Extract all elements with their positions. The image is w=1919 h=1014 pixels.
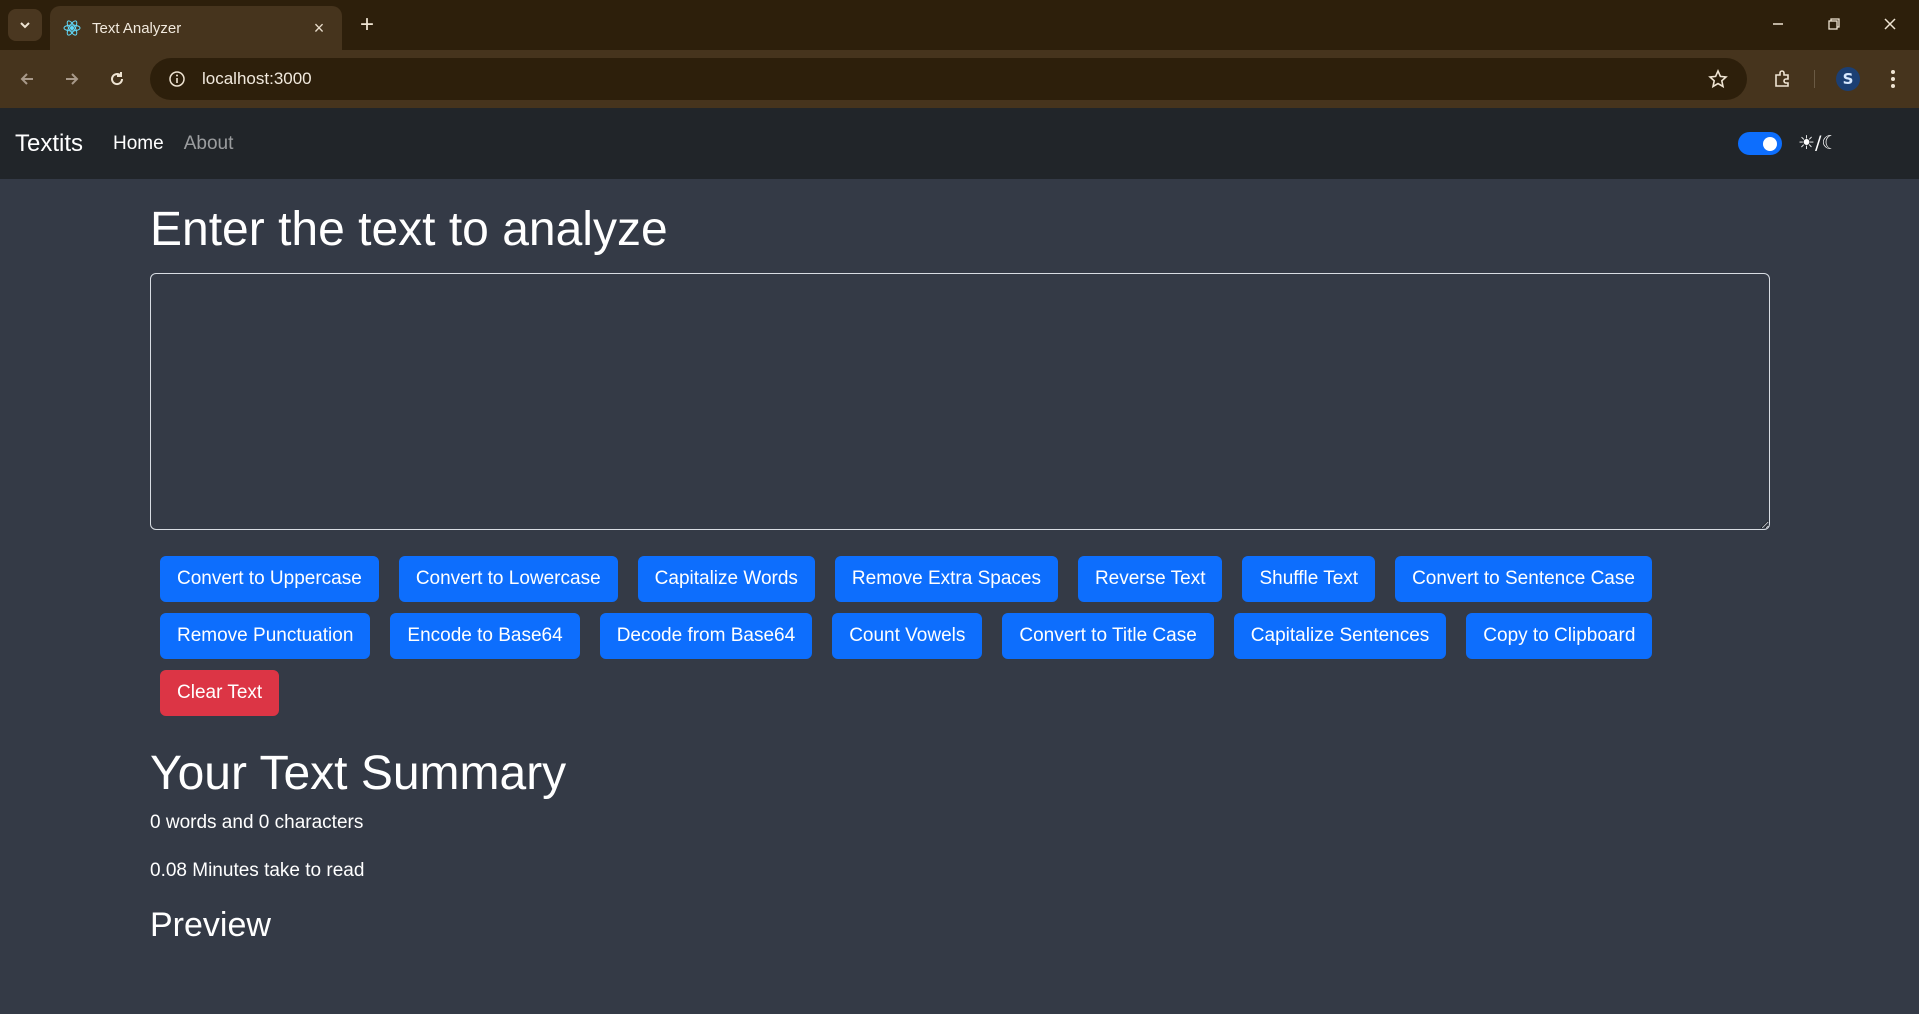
address-bar[interactable]: localhost:3000 — [150, 58, 1747, 100]
count-vowels-button[interactable]: Count Vowels — [832, 612, 983, 659]
word-char-count: 0 words and 0 characters — [150, 812, 364, 834]
minimize-icon[interactable] — [1758, 8, 1798, 40]
reverse-text-button[interactable]: Reverse Text — [1077, 555, 1223, 602]
react-favicon-icon — [62, 18, 82, 38]
nav-link-about[interactable]: About — [184, 133, 234, 155]
sentence-case-button[interactable]: Convert to Sentence Case — [1395, 555, 1652, 602]
clear-text-button[interactable]: Clear Text — [160, 669, 280, 716]
remove-extra-spaces-button[interactable]: Remove Extra Spaces — [834, 555, 1058, 602]
toolbar-divider — [1814, 70, 1815, 88]
browser-toolbar: localhost:3000 S — [0, 50, 1919, 108]
mode-toggle-label: ☀/☾ — [1798, 132, 1839, 154]
new-tab-icon[interactable]: + — [352, 10, 382, 40]
tab-search-button[interactable] — [8, 9, 42, 41]
convert-lowercase-button[interactable]: Convert to Lowercase — [398, 555, 618, 602]
copy-to-clipboard-button[interactable]: Copy to Clipboard — [1466, 612, 1653, 659]
page-title: Enter the text to analyze — [150, 203, 668, 256]
forward-icon[interactable] — [57, 64, 87, 94]
shuffle-text-button[interactable]: Shuffle Text — [1242, 555, 1376, 602]
chevron-down-icon — [20, 22, 30, 29]
title-case-button[interactable]: Convert to Title Case — [1002, 612, 1214, 659]
brand-link[interactable]: Textits — [15, 130, 83, 158]
toggle-knob — [1763, 137, 1777, 151]
dark-mode-toggle[interactable] — [1738, 132, 1782, 155]
preview-title: Preview — [150, 906, 271, 945]
browser-tab[interactable]: Text Analyzer × — [50, 6, 342, 50]
svg-text:S: S — [1843, 70, 1854, 88]
extensions-icon[interactable] — [1767, 64, 1797, 94]
url-text: localhost:3000 — [202, 69, 312, 88]
action-button-group: Convert to Uppercase Convert to Lowercas… — [160, 555, 1770, 727]
close-tab-icon[interactable]: × — [308, 17, 330, 39]
remove-punctuation-button[interactable]: Remove Punctuation — [160, 612, 371, 659]
convert-uppercase-button[interactable]: Convert to Uppercase — [160, 555, 379, 602]
menu-kebab-icon[interactable] — [1878, 64, 1908, 94]
decode-base64-button[interactable]: Decode from Base64 — [599, 612, 813, 659]
profile-avatar-icon[interactable]: S — [1833, 64, 1863, 94]
bookmark-star-icon[interactable] — [1703, 64, 1733, 94]
reload-icon[interactable] — [102, 64, 132, 94]
capitalize-words-button[interactable]: Capitalize Words — [637, 555, 815, 602]
text-input-area[interactable] — [150, 272, 1770, 530]
read-time: 0.08 Minutes take to read — [150, 860, 365, 882]
encode-base64-button[interactable]: Encode to Base64 — [390, 612, 580, 659]
browser-tabstrip: Text Analyzer × + — [0, 0, 1919, 50]
back-icon[interactable] — [12, 64, 42, 94]
capitalize-sentences-button[interactable]: Capitalize Sentences — [1233, 612, 1447, 659]
summary-title: Your Text Summary — [150, 746, 567, 800]
nav-link-home[interactable]: Home — [113, 133, 164, 155]
restore-icon[interactable] — [1814, 8, 1854, 40]
site-info-icon[interactable] — [164, 66, 190, 92]
main-container: Enter the text to analyze Convert to Upp… — [150, 179, 1770, 945]
close-window-icon[interactable] — [1870, 8, 1910, 40]
app-navbar: Textits Home About ☀/☾ — [0, 108, 1919, 179]
tab-title: Text Analyzer — [92, 19, 182, 37]
